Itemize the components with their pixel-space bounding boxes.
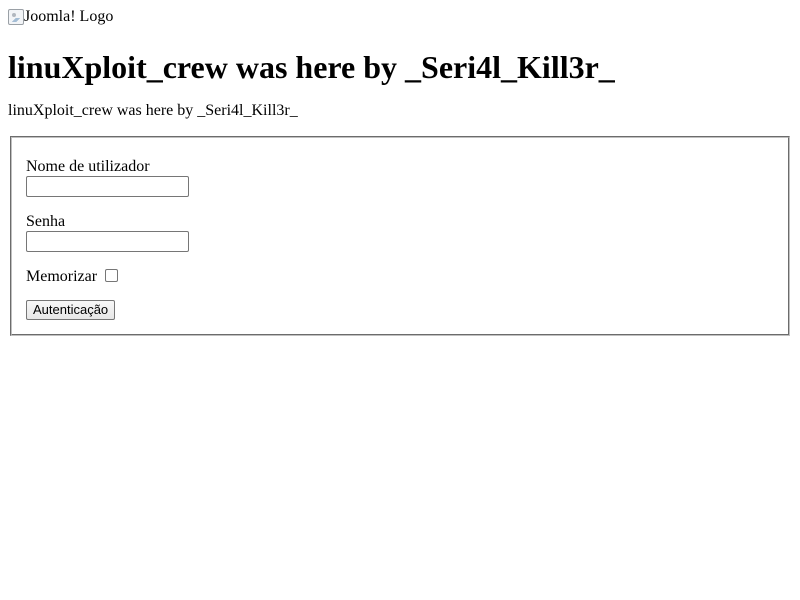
- broken-image-icon: [8, 9, 24, 25]
- button-row: Autenticação: [26, 300, 776, 320]
- remember-row: Memorizar: [26, 268, 776, 286]
- password-input[interactable]: [26, 231, 189, 252]
- logo-alt-text: Joomla! Logo: [24, 8, 114, 25]
- remember-checkbox[interactable]: [105, 268, 119, 282]
- remember-label: Memorizar: [26, 268, 98, 285]
- username-input[interactable]: [26, 176, 189, 197]
- logo: Joomla! Logo: [8, 8, 792, 26]
- username-label: Nome de utilizador: [26, 158, 150, 175]
- password-field-group: Senha: [26, 213, 776, 252]
- page-subtitle: linuXploit_crew was here by _Seri4l_Kill…: [8, 102, 298, 119]
- password-label: Senha: [26, 213, 66, 230]
- login-button[interactable]: Autenticação: [26, 300, 116, 320]
- login-fieldset: Nome de utilizador Senha Memorizar Auten…: [10, 136, 790, 336]
- username-field-group: Nome de utilizador: [26, 158, 776, 197]
- page-heading: linuXploit_crew was here by _Seri4l_Kill…: [8, 49, 615, 85]
